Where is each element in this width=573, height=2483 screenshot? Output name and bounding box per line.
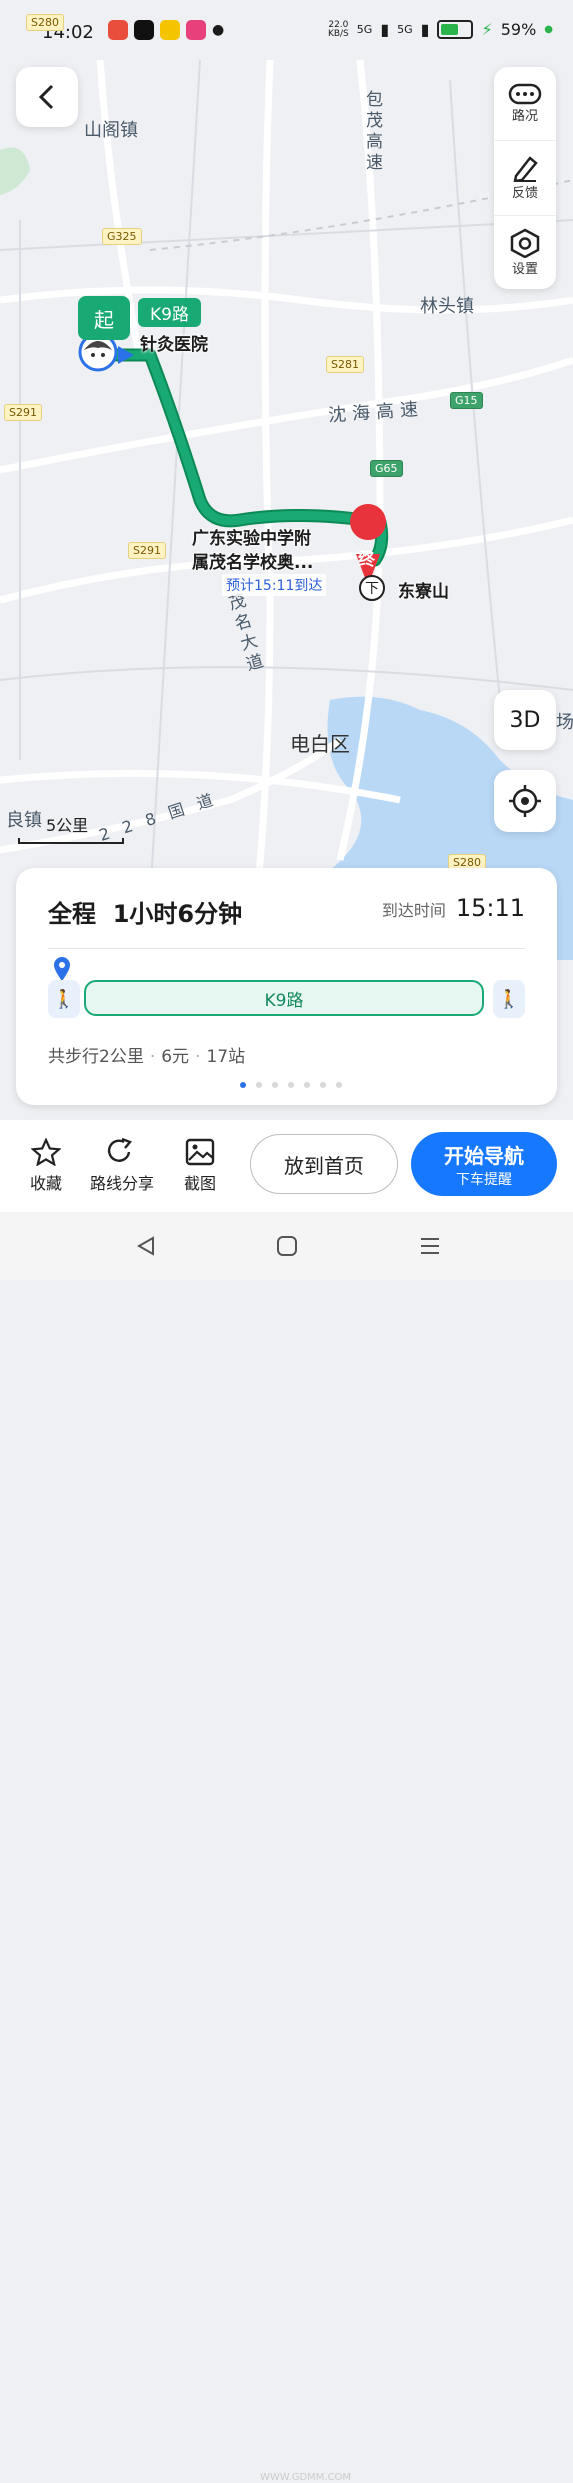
mid-poi-line1: 广东实验中学附 [192, 529, 311, 549]
district-label: 电白区 [290, 732, 350, 756]
settings-label: 设置 [511, 261, 538, 277]
notification-icons: ● [108, 20, 224, 40]
eta-label: 预计15:11到达 [222, 574, 327, 596]
route-pager[interactable] [240, 1082, 342, 1088]
more-notifications-icon: ● [212, 22, 225, 38]
alight-marker-label: 下 [365, 581, 379, 597]
system-nav-bar: WWW.GDMM.COM [0, 1212, 573, 2483]
battery-percent: 59% [500, 20, 537, 39]
app-icon [186, 20, 206, 40]
total-duration: 全程 1小时6分钟 [48, 900, 243, 928]
place-label: 场 [556, 712, 573, 733]
traffic-icon [508, 83, 542, 105]
charging-icon: ⚡ [481, 20, 493, 39]
end-poi-label: 东寮山 [398, 582, 449, 602]
nav-home-icon[interactable] [275, 1234, 299, 1258]
share-route-button[interactable]: 路线分享 [90, 1138, 154, 1194]
back-button[interactable] [16, 67, 78, 127]
locate-icon [509, 785, 541, 817]
feedback-button[interactable]: 反馈 [494, 140, 556, 214]
status-bar: 14:02 ● 22.0 KB/S 5G ▮ 5G ▮ ⚡ 59% ● [0, 0, 573, 60]
signal-bars-icon-2: ▮ [420, 20, 430, 39]
status-right: 22.0 KB/S 5G ▮ 5G ▮ ⚡ 59% ● [328, 20, 553, 39]
add-to-home-button[interactable]: 放到首页 [250, 1134, 398, 1194]
signal-bars-icon: ▮ [380, 20, 390, 39]
favorite-button[interactable]: 收藏 [30, 1138, 62, 1194]
signal-5g-1: 5G [356, 23, 373, 36]
start-navigation-button[interactable]: 开始导航 下车提醒 [411, 1132, 557, 1196]
highway-label: 包茂高速 [362, 90, 382, 174]
star-icon [31, 1138, 61, 1166]
scale-label: 5公里 [46, 816, 89, 835]
road-sign: G65 [370, 460, 403, 477]
nav-back-icon[interactable] [134, 1234, 158, 1258]
tiktok-icon [134, 20, 154, 40]
map-scale: 5公里 [18, 812, 124, 844]
road-sign: G325 [102, 228, 142, 245]
chevron-left-icon [38, 84, 54, 110]
walk-segment-end: 🚶 [493, 980, 525, 1018]
end-marker-label: 终 [358, 550, 375, 570]
road-sign: S291 [4, 404, 42, 421]
locate-button[interactable] [494, 770, 556, 832]
weibo-icon [108, 20, 128, 40]
image-icon [185, 1138, 215, 1166]
place-label: 林头镇 [420, 296, 474, 317]
start-poi-label: 针灸医院 [140, 335, 208, 355]
road-sign: G15 [450, 392, 483, 409]
watermark: WWW.GDMM.COM [260, 2472, 352, 2483]
traffic-label: 路况 [511, 109, 538, 125]
road-sign: S281 [326, 356, 364, 373]
route-details: 共步行2公里 · 6元 · 17站 [48, 1047, 246, 1067]
3d-toggle-button[interactable]: 3D [494, 690, 556, 750]
screenshot-button[interactable]: 截图 [184, 1138, 216, 1194]
nav-menu-icon[interactable] [418, 1234, 442, 1258]
bus-segment: K9路 [84, 980, 484, 1016]
road-sign: S291 [128, 542, 166, 559]
signal-5g-2: 5G [397, 23, 413, 36]
walk-segment-start: 🚶 [48, 980, 80, 1018]
arrival-time: 到达时间 15:11 [381, 894, 525, 922]
share-icon [107, 1138, 133, 1162]
walk-icon: 🚶 [52, 988, 76, 1010]
pencil-icon [513, 156, 538, 183]
net-speed: 22.0 KB/S [327, 19, 349, 39]
traffic-button[interactable]: 路况 [494, 67, 556, 140]
walk-icon: 🚶 [497, 988, 521, 1010]
end-pin [350, 504, 387, 540]
bottom-action-bar: 收藏 路线分享 截图 放到首页 开始导航 下车提醒 [0, 1120, 573, 1212]
status-dot-icon: ● [544, 24, 553, 35]
place-label: 山阁镇 [84, 120, 138, 141]
feedback-label: 反馈 [511, 186, 538, 202]
route-summary-card[interactable]: 全程 1小时6分钟 到达时间 15:11 🚶 K9路 🚶 共步行2公里 · 6元 · 1… [16, 868, 557, 1105]
settings-button[interactable]: 设置 [494, 214, 556, 289]
battery-icon [437, 20, 474, 39]
meituan-icon [160, 20, 180, 40]
location-pin-icon [54, 957, 70, 981]
divider [48, 948, 525, 949]
map-tools-panel: 路况 反馈 设置 [494, 67, 556, 289]
settings-hex-icon [510, 228, 540, 258]
start-marker: 起 [78, 296, 130, 340]
road-sign: S280 [26, 14, 64, 31]
mid-poi-line2: 属茂名学校奥... [192, 553, 314, 573]
bus-line-tag: K9路 [138, 298, 201, 327]
